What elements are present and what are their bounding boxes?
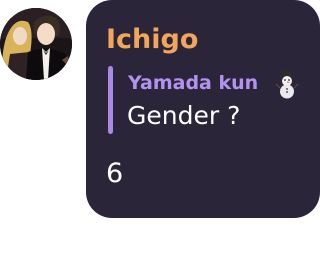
sender-name[interactable]: Ichigo [106,24,198,55]
avatar[interactable] [0,8,72,80]
reply-bar [108,66,113,134]
avatar-photo [0,8,72,80]
message-text: 6 [106,158,124,189]
reply-text: Gender ? [127,101,241,130]
chat-message-row: Ichigo Yamada kun Gender ? 6 [0,0,320,265]
snowman-icon [274,69,300,99]
message-bubble[interactable]: Ichigo Yamada kun Gender ? 6 [86,0,320,218]
reply-author: Yamada kun [128,72,259,94]
reply-quote[interactable]: Yamada kun Gender ? [108,66,308,136]
